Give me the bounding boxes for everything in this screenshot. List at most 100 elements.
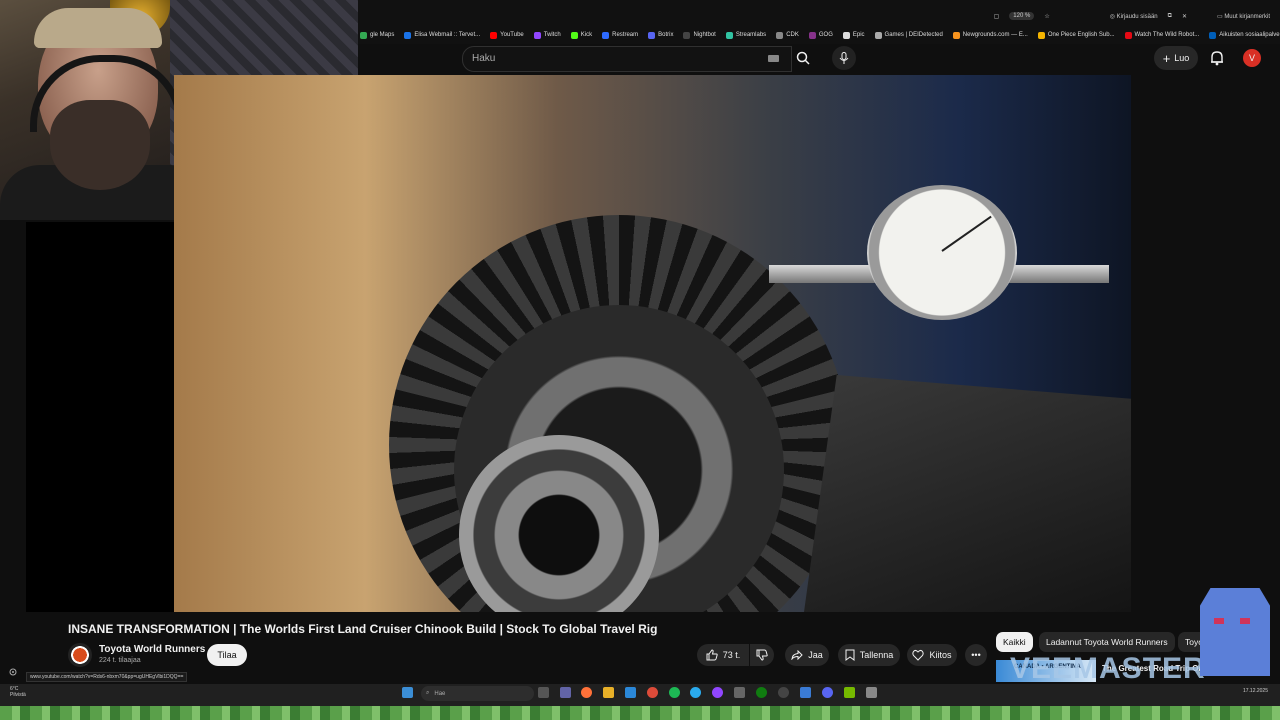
bookmark-label: Kick	[580, 32, 593, 38]
chip-channel-uploads[interactable]: Ladannut Toyota World Runners	[1039, 632, 1175, 652]
bookmark-favicon-icon	[874, 31, 882, 39]
search-button[interactable]	[784, 46, 822, 70]
app-icon[interactable]	[866, 687, 877, 698]
windows-taskbar	[0, 684, 1280, 706]
dial-indicator	[867, 185, 1017, 320]
bell-icon	[1211, 51, 1223, 66]
thumbs-up-icon	[706, 649, 718, 661]
steam-icon[interactable]	[778, 687, 789, 698]
create-button[interactable]: + Luo	[1154, 46, 1198, 70]
other-bookmarks[interactable]: ▭ Muut kirjanmerkit	[1217, 13, 1270, 20]
bookmark-label: Watch The Wild Robot...	[1134, 32, 1200, 38]
microphone-icon	[839, 52, 849, 64]
bookmark-label: gle Maps	[370, 32, 395, 38]
bookmark-item[interactable]: CDK	[776, 31, 799, 39]
like-count: 73 t.	[722, 650, 741, 660]
thumbs-down-icon	[756, 649, 768, 661]
telegram-icon[interactable]	[690, 687, 701, 698]
xbox-icon[interactable]	[756, 687, 767, 698]
system-tray-date[interactable]: 17.12.2025	[1243, 688, 1268, 694]
video-title: INSANE TRANSFORMATION | The Worlds First…	[68, 622, 658, 636]
taskbar-search[interactable]: ⌕ Hae	[421, 686, 534, 701]
like-button[interactable]: 73 t.	[697, 644, 749, 666]
browser-toolbar-right: ▢ 120 % ☆ ◎ Kirjaudu sisään ⧉ ✕ ▭ Muut k…	[994, 12, 1270, 20]
firefox-icon[interactable]	[581, 687, 592, 698]
bookmark-favicon-icon	[404, 31, 412, 39]
calculator-icon[interactable]	[734, 687, 745, 698]
dislike-button[interactable]	[750, 644, 774, 666]
bookmark-label: Nightbot	[693, 32, 716, 38]
bookmark-item[interactable]: Elisa Webmail :: Tervet...	[404, 31, 481, 39]
more-actions-button[interactable]: •••	[965, 644, 987, 666]
bookmark-favicon-icon	[1209, 31, 1217, 39]
close-icon[interactable]: ✕	[1182, 13, 1187, 20]
login-button[interactable]: ◎ Kirjaudu sisään	[1110, 13, 1158, 20]
bookmark-favicon-icon	[842, 31, 850, 39]
bookmark-label: Streamlabs	[735, 32, 767, 38]
bookmark-item[interactable]: Watch The Wild Robot...	[1124, 31, 1200, 39]
bookmark-label: Aikuisten sosiaalipalve...	[1219, 32, 1280, 38]
extensions-icon[interactable]: ⧉	[1168, 13, 1172, 20]
keyboard-icon[interactable]	[768, 55, 779, 62]
obs-icon[interactable]	[712, 687, 723, 698]
other-bookmarks-label: Muut kirjanmerkit	[1224, 13, 1270, 20]
weather-widget[interactable]: 6°C Pilvistä	[10, 686, 26, 698]
channel-avatar[interactable]	[68, 643, 92, 667]
search-icon	[796, 51, 810, 65]
bookmark-item[interactable]: gle Maps	[360, 31, 395, 39]
bookmark-icon	[845, 649, 855, 661]
bookmark-item[interactable]: GOG	[808, 31, 833, 39]
bookmark-item[interactable]: Games | DEIDetected	[874, 31, 943, 39]
notifications-button[interactable]	[1210, 50, 1224, 71]
heart-dollar-icon	[912, 649, 925, 661]
star-icon[interactable]: ☆	[1044, 13, 1049, 20]
save-label: Tallenna	[859, 650, 894, 660]
bookmarks-bar: gle Maps Elisa Webmail :: Tervet... YouTub…	[360, 28, 1280, 42]
spotify-icon[interactable]	[669, 687, 680, 698]
bookmark-item[interactable]: Twitch	[533, 31, 561, 39]
channel-name[interactable]: Toyota World Runners	[99, 644, 205, 655]
file-explorer-icon[interactable]	[603, 687, 614, 698]
bookmark-label: Twitch	[543, 32, 561, 38]
bookmark-favicon-icon	[725, 31, 733, 39]
nvidia-icon[interactable]	[844, 687, 855, 698]
video-frame[interactable]	[174, 75, 1131, 612]
task-view-icon[interactable]	[538, 687, 549, 698]
chrome-icon[interactable]	[647, 687, 658, 698]
share-button[interactable]: Jaa	[785, 644, 829, 666]
plus-icon: +	[1162, 50, 1171, 66]
stream-overlay-stripe	[0, 706, 1280, 720]
stream-watermark: VEEMASTER	[1010, 652, 1206, 685]
thanks-button[interactable]: Kiitos	[907, 644, 957, 666]
voice-search-button[interactable]	[832, 46, 856, 70]
bookmark-item[interactable]: Restream	[602, 31, 638, 39]
discord-icon[interactable]	[822, 687, 833, 698]
store-icon[interactable]	[625, 687, 636, 698]
windows-start-icon[interactable]	[402, 687, 413, 698]
search-input[interactable]: Haku	[462, 46, 792, 72]
bookmark-favicon-icon	[490, 31, 498, 39]
bookmark-item[interactable]: Kick	[570, 31, 593, 39]
bookmark-item[interactable]: One Piece English Sub...	[1037, 31, 1115, 39]
screenshot-icon[interactable]: ▢	[994, 13, 1000, 20]
settings-gear-icon[interactable]	[8, 664, 18, 676]
zoom-indicator[interactable]: 120 %	[1009, 12, 1035, 20]
bookmark-item[interactable]: Aikuisten sosiaalipalve...	[1209, 31, 1280, 39]
bookmark-item[interactable]: Newgrounds.com — E...	[952, 31, 1028, 39]
bookmark-item[interactable]: Botrix	[648, 31, 673, 39]
vscode-icon[interactable]	[800, 687, 811, 698]
subscriber-count: 224 t. tilaajaa	[99, 657, 141, 664]
bookmark-item[interactable]: Epic	[842, 31, 865, 39]
chip-all[interactable]: Kaikki	[996, 632, 1033, 652]
bookmark-label: Elisa Webmail :: Tervet...	[414, 32, 481, 38]
bookmark-favicon-icon	[570, 31, 578, 39]
subscribe-button[interactable]: Tilaa	[207, 644, 247, 666]
bookmark-favicon-icon	[648, 31, 656, 39]
bookmark-item[interactable]: YouTube	[490, 31, 524, 39]
avatar[interactable]: V	[1243, 49, 1261, 67]
bookmark-item[interactable]: Nightbot	[683, 31, 716, 39]
bookmark-label: GOG	[818, 32, 833, 38]
teams-icon[interactable]	[560, 687, 571, 698]
bookmark-item[interactable]: Streamlabs	[725, 31, 767, 39]
save-button[interactable]: Tallenna	[838, 644, 900, 666]
